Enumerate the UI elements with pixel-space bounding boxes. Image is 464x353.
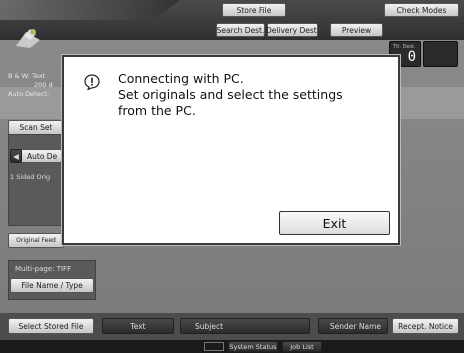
dialog-message-line-2: Set originals and select the settings: [118, 87, 343, 102]
job-list-button[interactable]: Job List: [282, 341, 322, 352]
density-left-arrow-icon[interactable]: ◀: [10, 149, 22, 163]
connecting-dialog: Connecting with PC. Set originals and se…: [62, 55, 400, 245]
info-exclamation-icon: [84, 74, 100, 90]
top-bar-left-decoration: [0, 0, 180, 20]
text-button[interactable]: Text: [102, 318, 174, 334]
bottom-bar: Select Stored File Text Subject Sender N…: [0, 313, 464, 340]
select-stored-file-button[interactable]: Select Stored File: [8, 318, 94, 334]
scan-settings-button[interactable]: Scan Set: [8, 120, 64, 135]
destination-display: [423, 41, 458, 67]
subject-button[interactable]: Subject: [180, 318, 310, 334]
counter-value: 0: [407, 49, 416, 65]
check-modes-button[interactable]: Check Modes: [384, 3, 459, 17]
status-strip: System Status Job List: [0, 340, 464, 353]
status-indicator-icon: [204, 342, 224, 351]
dialog-message-line-3: from the PC.: [118, 103, 196, 118]
sender-name-button[interactable]: Sender Name: [318, 318, 388, 334]
scanner-logo-icon: [16, 29, 40, 48]
store-file-button[interactable]: Store File: [222, 3, 286, 17]
original-feed-button[interactable]: Original Feed: [8, 233, 64, 248]
system-status-button[interactable]: System Status: [228, 341, 278, 352]
delivery-dest-button[interactable]: Delivery Dest.: [266, 23, 319, 37]
one-sided-original-label: 1 Sided Orig: [10, 173, 51, 181]
search-dest-button[interactable]: Search Dest.: [216, 23, 265, 37]
recept-notice-button[interactable]: Recept. Notice: [392, 318, 459, 334]
exit-button[interactable]: Exit: [279, 211, 390, 235]
preview-button[interactable]: Preview: [330, 23, 383, 37]
dialog-message: Connecting with PC. Set originals and se…: [118, 71, 388, 119]
file-name-type-button[interactable]: File Name / Type: [10, 278, 94, 293]
dialog-message-line-1: Connecting with PC.: [118, 71, 244, 86]
multi-page-tiff-label: Multi-page: TIFF: [15, 265, 72, 273]
top-bar: Store File Check Modes Search Dest. Deli…: [0, 0, 464, 40]
